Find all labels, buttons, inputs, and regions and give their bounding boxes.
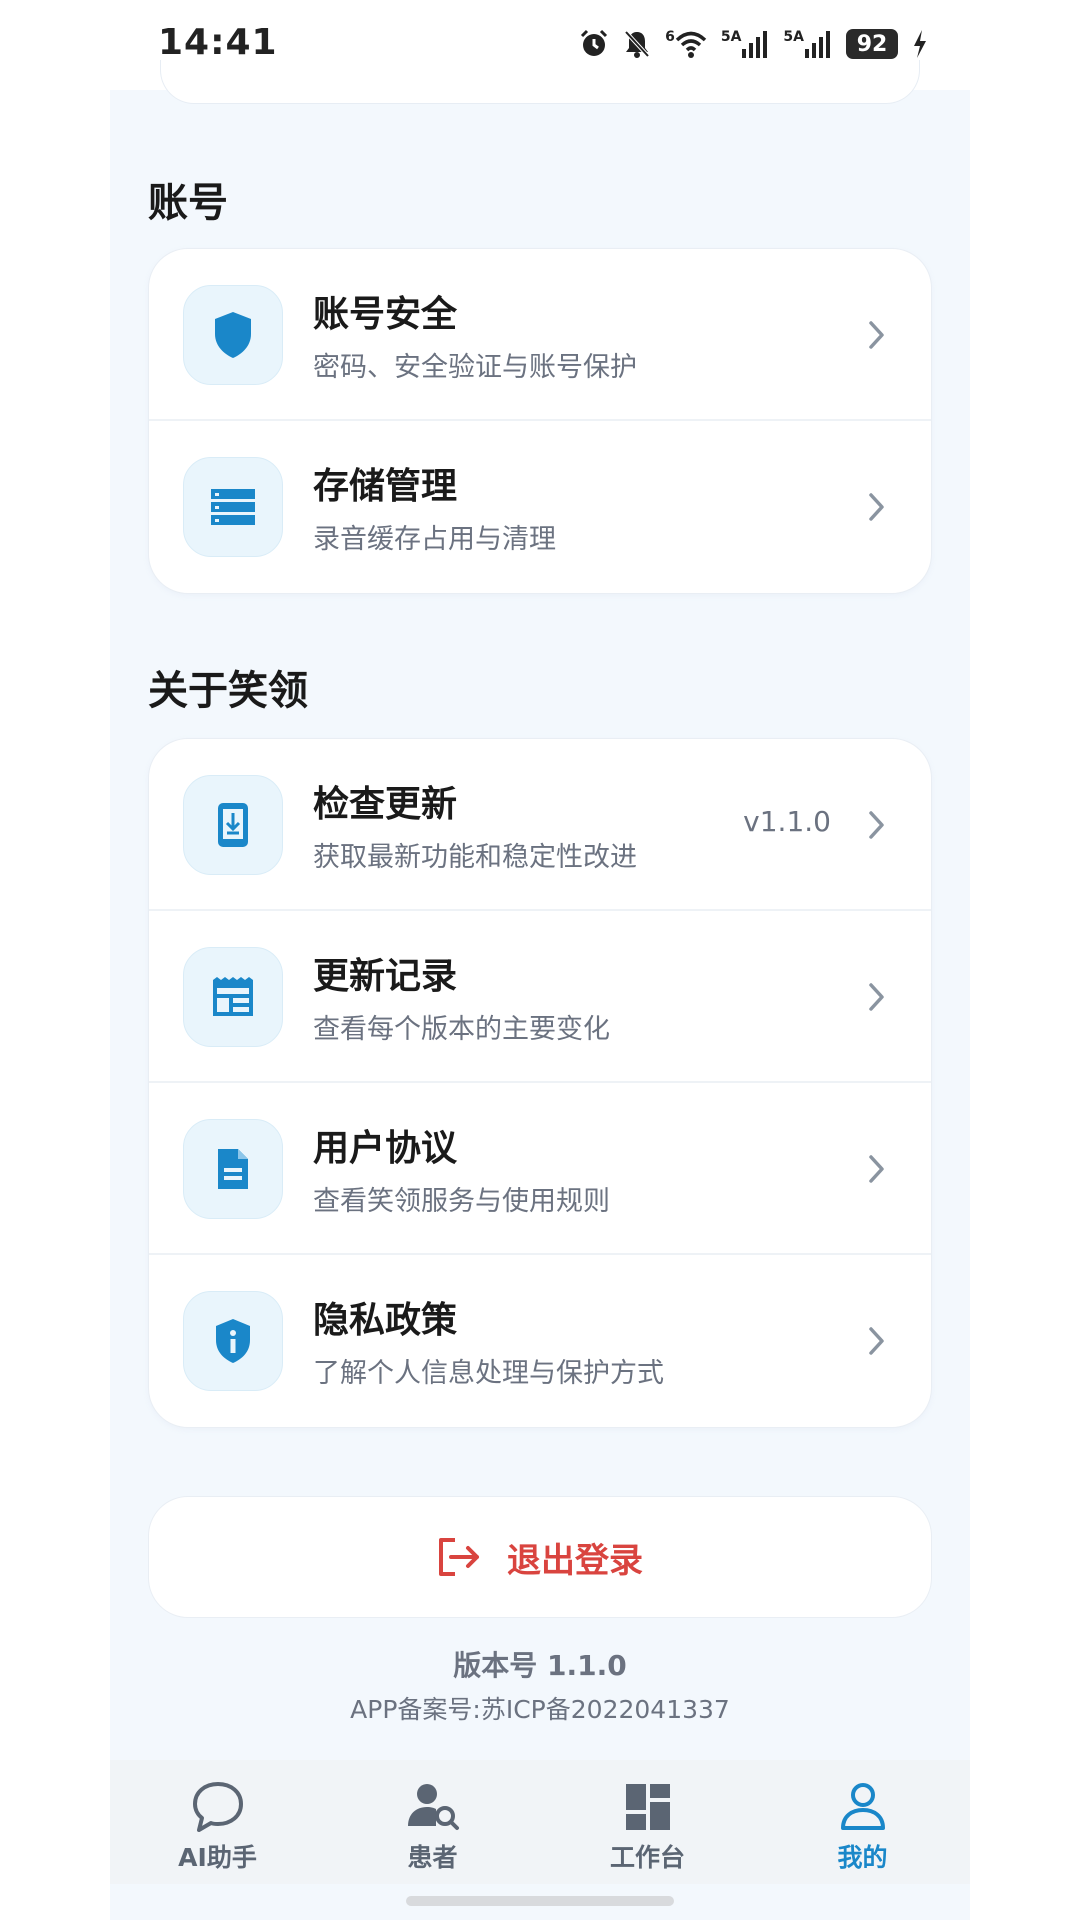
status-time: 14:41 [158, 22, 278, 63]
list-item-title: 存储管理 [313, 466, 458, 507]
list-item-storage[interactable]: 存储管理 录音缓存占用与清理 [149, 421, 931, 593]
dashboard-icon [625, 1784, 670, 1830]
wifi-generation-label: 6 [665, 29, 675, 45]
chat-bubble-icon [192, 1782, 243, 1832]
tab-label: 工作台 [609, 1843, 685, 1872]
signal-indicator-2: 5A [783, 29, 832, 59]
storage-icon [183, 457, 283, 557]
wifi-icon [675, 31, 707, 58]
tab-label: 患者 [407, 1843, 458, 1872]
privacy-shield-icon [183, 1291, 283, 1391]
signal-indicator-1: 5A [721, 29, 770, 59]
list-item-user-agreement[interactable]: 用户协议 查看笑领服务与使用规则 [149, 1083, 931, 1255]
list-item-title: 账号安全 [313, 294, 458, 335]
battery-level: 92 [846, 29, 898, 59]
signal-icon [805, 31, 830, 58]
list-item-subtitle: 录音缓存占用与清理 [313, 524, 556, 555]
person-icon [840, 1783, 885, 1830]
chevron-right-icon [869, 983, 884, 1011]
alarm-icon [581, 29, 608, 56]
tab-label: 我的 [837, 1843, 888, 1872]
list-item-subtitle: 了解个人信息处理与保护方式 [313, 1358, 664, 1389]
wifi-indicator: 6 [665, 29, 707, 59]
list-item-account-security[interactable]: 账号安全 密码、安全验证与账号保护 [149, 249, 931, 421]
list-item-title: 检查更新 [313, 784, 458, 825]
list-item-title: 隐私政策 [313, 1300, 458, 1341]
chevron-right-icon [869, 1327, 884, 1355]
charging-bolt-icon [914, 30, 926, 58]
list-item-subtitle: 密码、安全验证与账号保护 [313, 352, 637, 383]
tab-workbench[interactable]: 工作台 [540, 1760, 755, 1884]
changelog-icon [183, 947, 283, 1047]
icp-filing-text: APP备案号:苏ICP备2022041337 [350, 1695, 730, 1724]
account-card: 账号安全 密码、安全验证与账号保护 存储管理 录音缓存占用与清理 [148, 248, 932, 594]
chevron-right-icon [869, 1155, 884, 1183]
list-item-subtitle: 查看每个版本的主要变化 [313, 1014, 610, 1045]
home-indicator[interactable] [406, 1896, 674, 1906]
app-root: 14:41 6 5A 5A 92 账号 账号安全 密码、安全验证与账号保护 存储… [0, 0, 1080, 1920]
list-item-privacy-policy[interactable]: 隐私政策 了解个人信息处理与保护方式 [149, 1255, 931, 1427]
section-title-about: 关于笑领 [148, 668, 308, 714]
list-item-title: 更新记录 [313, 956, 458, 997]
section-title-account: 账号 [148, 180, 228, 226]
signal-icon [742, 31, 768, 58]
list-item-changelog[interactable]: 更新记录 查看每个版本的主要变化 [149, 911, 931, 1083]
signal-generation-label-1: 5A [720, 29, 742, 45]
logout-icon [439, 1538, 479, 1576]
chevron-right-icon [869, 321, 884, 349]
signal-generation-label-2: 5A [783, 29, 804, 45]
bottom-tab-bar: AI助手 患者 工作台 我的 [110, 1760, 970, 1884]
tab-mine[interactable]: 我的 [755, 1760, 970, 1884]
chevron-right-icon [869, 811, 884, 839]
current-version-value: v1.1.0 [743, 805, 831, 838]
list-item-subtitle: 查看笑领服务与使用规则 [313, 1186, 610, 1217]
list-item-check-update[interactable]: 检查更新 获取最新功能和稳定性改进 v1.1.0 [149, 739, 931, 911]
status-icons: 6 5A 5A 92 [579, 26, 928, 62]
mute-bell-icon [624, 30, 650, 58]
shield-icon [183, 285, 283, 385]
list-item-title: 用户协议 [313, 1128, 458, 1169]
chevron-right-icon [869, 493, 884, 521]
tab-ai-assistant[interactable]: AI助手 [110, 1760, 325, 1884]
logout-label: 退出登录 [507, 1540, 643, 1581]
logout-button[interactable]: 退出登录 [148, 1496, 932, 1618]
tab-label: AI助手 [178, 1843, 257, 1872]
app-version-text: 版本号 1.1.0 [453, 1649, 627, 1682]
previous-card-edge [160, 60, 920, 104]
phone-download-icon [183, 775, 283, 875]
tab-patients[interactable]: 患者 [325, 1760, 540, 1884]
document-icon [183, 1119, 283, 1219]
about-card: 检查更新 获取最新功能和稳定性改进 v1.1.0 更新记录 查看每个版本的主要变… [148, 738, 932, 1428]
patient-search-icon [407, 1784, 459, 1830]
list-item-subtitle: 获取最新功能和稳定性改进 [313, 842, 637, 873]
